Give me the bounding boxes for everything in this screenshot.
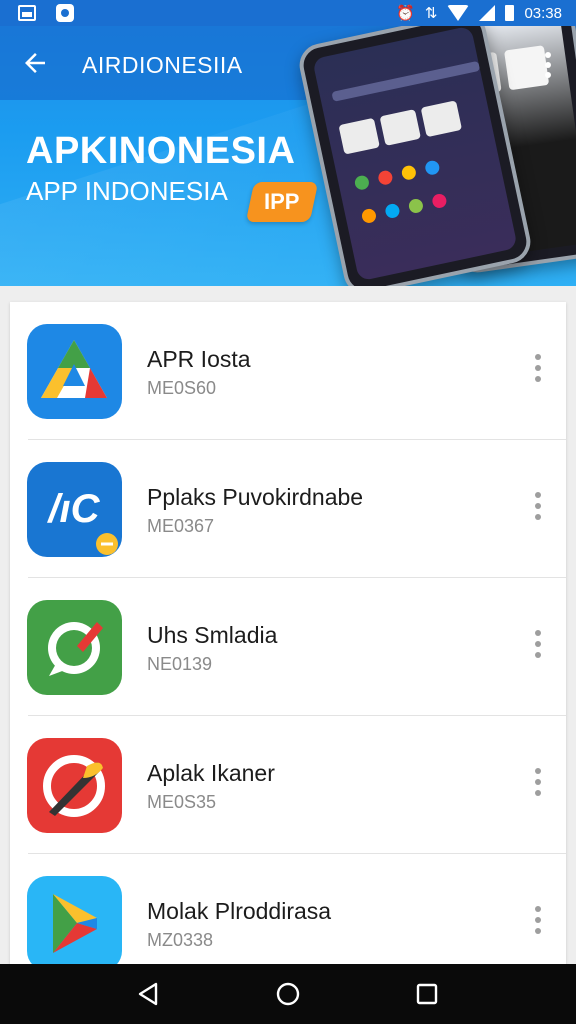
list-item[interactable]: /ıC Pplaks Puvokirdnabe ME0367 <box>10 440 566 578</box>
app-list: APR Iosta ME0S60 /ıC Pplaks Puvokirdnabe… <box>10 302 566 1002</box>
brand-subtitle: APP INDONESIA <box>26 176 228 206</box>
menu-dot <box>535 652 541 658</box>
screen-dot <box>424 159 441 177</box>
item-menu-button[interactable] <box>534 492 542 520</box>
screen-tile <box>379 109 421 146</box>
back-button[interactable] <box>20 48 50 78</box>
back-nav-icon[interactable] <box>134 979 164 1009</box>
status-notifications <box>18 4 74 22</box>
list-item[interactable]: APR Iosta ME0S60 <box>10 302 566 440</box>
menu-dot <box>535 492 541 498</box>
screen-dot <box>407 197 425 215</box>
screen-dot <box>360 207 378 225</box>
app-meta: NE0139 <box>147 654 213 674</box>
app-name: APR Iosta <box>147 346 251 372</box>
feather-circle-icon <box>27 738 122 833</box>
screen-dot <box>353 174 371 191</box>
menu-dot <box>535 365 541 371</box>
play-store-icon <box>27 876 122 971</box>
menu-dot <box>535 906 541 912</box>
app-meta: MZ0338 <box>147 930 214 950</box>
menu-dot <box>535 917 541 923</box>
chat-pencil-icon <box>27 600 122 695</box>
item-menu-button[interactable] <box>534 630 542 658</box>
wifi-icon <box>447 5 470 21</box>
ac-logo-icon: /ıC <box>27 462 122 557</box>
app-meta: ME0S60 <box>147 378 217 398</box>
menu-dot <box>535 768 541 774</box>
arrow-left-icon <box>25 53 45 73</box>
screen-searchbar <box>331 60 481 102</box>
brand-title: APKINONESIA <box>26 130 296 172</box>
app-notification-icon <box>56 4 74 22</box>
list-item[interactable]: Aplak Ikaner ME0S35 <box>10 716 566 854</box>
toolbar-title: AIRDIONESIIA <box>82 52 243 78</box>
home-nav-icon[interactable] <box>273 979 303 1009</box>
tag-badge: IPP <box>245 182 319 222</box>
app-name: Pplaks Puvokirdnabe <box>147 484 364 510</box>
app-name: Molak Plroddirasa <box>147 898 332 924</box>
status-system: ⏰ ⇅ 03:38 <box>396 4 562 23</box>
screen-tile <box>420 100 463 138</box>
alarm-icon: ⏰ <box>396 5 415 22</box>
menu-dot <box>535 376 541 382</box>
menu-dot <box>535 514 541 520</box>
app-name: Uhs Smladia <box>147 622 278 648</box>
svg-text:/ıC: /ıC <box>46 487 100 531</box>
item-menu-button[interactable] <box>534 906 542 934</box>
phone-screen <box>312 26 518 282</box>
overflow-menu-button[interactable] <box>538 50 558 80</box>
more-dot <box>545 62 551 68</box>
item-menu-button[interactable] <box>534 354 542 382</box>
screen-dot <box>384 202 401 220</box>
data-icon: ⇅ <box>424 5 438 22</box>
screen-tile <box>338 117 380 155</box>
header-banner: AIRDIONESIIA APKINONESIA APP INDONESIA I… <box>0 26 576 286</box>
more-dot <box>545 52 551 58</box>
recents-nav-icon[interactable] <box>412 979 442 1009</box>
menu-dot <box>535 630 541 636</box>
screen-dot <box>377 169 394 186</box>
menu-dot <box>535 779 541 785</box>
navigation-bar <box>0 964 576 1024</box>
tag-label: IPP <box>264 189 300 214</box>
menu-dot <box>535 928 541 934</box>
menu-dot <box>535 790 541 796</box>
battery-icon <box>505 5 515 21</box>
menu-dot <box>535 354 541 360</box>
signal-icon <box>479 5 496 21</box>
screen-dot <box>431 192 448 210</box>
list-item[interactable]: Uhs Smladia NE0139 <box>10 578 566 716</box>
image-icon <box>18 5 36 21</box>
menu-dot <box>535 641 541 647</box>
app-meta: ME0S35 <box>147 792 217 812</box>
app-name: Aplak Ikaner <box>147 760 275 786</box>
triangle-logo-icon <box>27 324 122 419</box>
screen-dot <box>400 164 418 181</box>
status-bar: ⏰ ⇅ 03:38 <box>0 0 576 26</box>
app-meta: ME0367 <box>147 516 215 536</box>
menu-dot <box>535 503 541 509</box>
more-dot <box>545 72 551 78</box>
status-time: 03:38 <box>524 4 562 22</box>
item-menu-button[interactable] <box>534 768 542 796</box>
